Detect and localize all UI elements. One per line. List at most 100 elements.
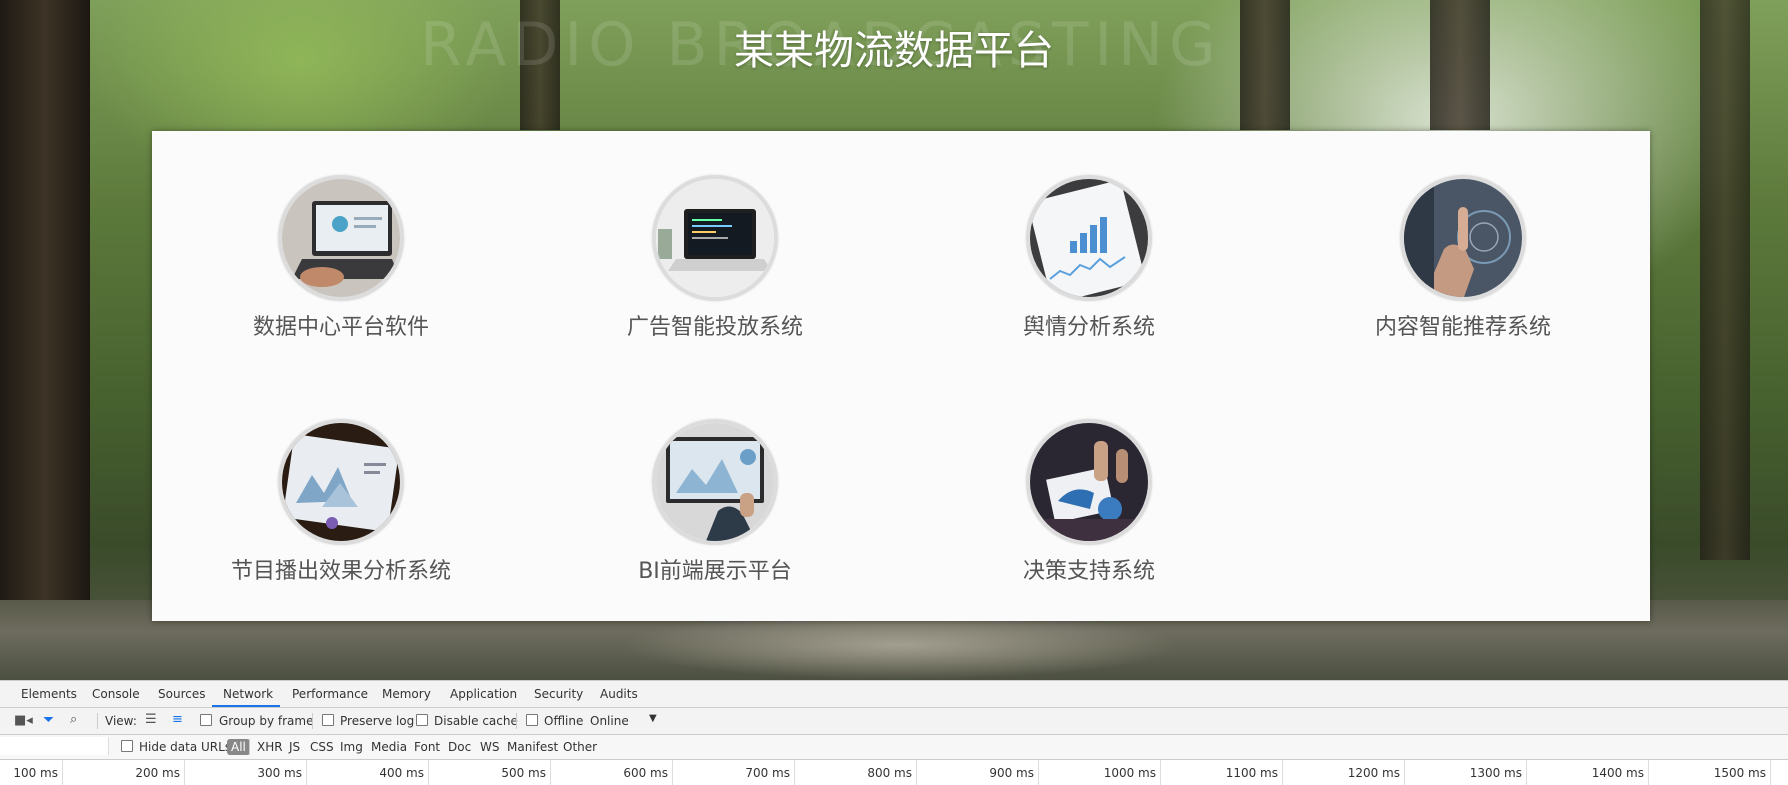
system-card-data-center[interactable]: 数据中心平台软件 <box>191 175 491 341</box>
list-view-icon[interactable]: ☰ <box>145 712 157 727</box>
tab-network[interactable]: Network <box>223 687 273 701</box>
filter-type-doc[interactable]: Doc <box>448 740 471 754</box>
hide-data-urls-checkbox[interactable] <box>121 740 133 755</box>
view-label: View: <box>105 714 137 728</box>
filter-type-font[interactable]: Font <box>414 740 440 754</box>
timeline-tick-label: 800 ms <box>867 766 912 780</box>
tab-application[interactable]: Application <box>450 687 517 701</box>
preserve-log-label: Preserve log <box>340 714 415 728</box>
filter-type-all[interactable]: All <box>227 739 250 755</box>
timeline-tick-label: 500 ms <box>501 766 546 780</box>
filter-type-ws[interactable]: WS <box>480 740 499 754</box>
hide-data-urls-label: Hide data URLs <box>139 740 232 754</box>
group-by-frame-checkbox[interactable] <box>200 714 212 729</box>
timeline-tick-line <box>672 760 673 785</box>
tab-console[interactable]: Console <box>92 687 140 701</box>
devtools-panel: Elements Console Sources Network Perform… <box>0 680 1788 785</box>
filter-input[interactable] <box>0 737 109 755</box>
timeline-tick-label: 600 ms <box>623 766 668 780</box>
timeline-tick-label: 400 ms <box>379 766 424 780</box>
offline-label: Offline <box>544 714 584 728</box>
filter-icon[interactable]: ⏷ <box>43 712 54 728</box>
timeline-tick-label: 900 ms <box>989 766 1034 780</box>
system-card-decision-support[interactable]: 决策支持系统 <box>939 419 1239 585</box>
timeline-tick-line <box>1038 760 1039 785</box>
system-card-bi-frontend[interactable]: BI前端展示平台 <box>565 419 865 585</box>
disable-cache-label: Disable cache <box>434 714 518 728</box>
system-card-label: 节目播出效果分析系统 <box>230 559 451 584</box>
timeline-tick-label: 1500 ms <box>1713 766 1766 780</box>
system-card-sentiment[interactable]: 舆情分析系统 <box>939 175 1239 341</box>
network-timeline-overview[interactable]: 100 ms 200 ms 300 ms 400 ms 500 ms 600 ms 700 … <box>0 760 1788 785</box>
timeline-tick-line <box>916 760 917 785</box>
tab-audits[interactable]: Audits <box>600 687 638 701</box>
timeline-tick-label: 1100 ms <box>1225 766 1278 780</box>
system-card-label: 广告智能投放系统 <box>626 315 803 340</box>
timeline-tick-label: 700 ms <box>745 766 790 780</box>
tab-memory[interactable]: Memory <box>382 687 431 701</box>
active-tab-indicator <box>212 705 280 707</box>
offline-checkbox[interactable] <box>526 714 538 729</box>
timeline-tick-line <box>1648 760 1649 785</box>
filter-type-img[interactable]: Img <box>340 740 363 754</box>
timeline-tick-label: 200 ms <box>135 766 180 780</box>
filter-type-css[interactable]: CSS <box>310 740 334 754</box>
tree-trunk <box>1700 0 1750 560</box>
timeline-tick-label: 100 ms <box>13 766 58 780</box>
touch-interface-icon <box>1400 175 1526 301</box>
filter-type-manifest[interactable]: Manifest <box>507 740 558 754</box>
timeline-tick-line <box>794 760 795 785</box>
throttling-select[interactable]: Online <box>590 714 629 728</box>
timeline-tick-line <box>1282 760 1283 785</box>
network-toolbar: ■◂ ⏷ ⌕ View: ☰ ≡ Group by frame Preserve… <box>0 708 1788 735</box>
filter-type-js[interactable]: JS <box>289 740 300 754</box>
timeline-tick-line <box>1404 760 1405 785</box>
disable-cache-checkbox[interactable] <box>416 714 428 729</box>
devtools-tab-bar: Elements Console Sources Network Perform… <box>0 681 1788 708</box>
timeline-tick-line <box>1160 760 1161 785</box>
system-card-label: 舆情分析系统 <box>1022 315 1155 340</box>
record-video-icon[interactable]: ■◂ <box>14 713 33 728</box>
timeline-tick-line <box>62 760 63 785</box>
timeline-tick-line <box>306 760 307 785</box>
system-card-label: 决策支持系统 <box>1022 559 1155 584</box>
system-card-label: BI前端展示平台 <box>638 559 792 584</box>
laptop-code-icon <box>652 175 778 301</box>
tab-elements[interactable]: Elements <box>21 687 77 701</box>
tab-sources[interactable]: Sources <box>158 687 205 701</box>
tab-performance[interactable]: Performance <box>292 687 368 701</box>
timeline-tick-line <box>1526 760 1527 785</box>
timeline-tick-line <box>428 760 429 785</box>
tab-security[interactable]: Security <box>534 687 583 701</box>
systems-panel: 数据中心平台软件 广告智能投放系统 舆情分析系统 内容智能推荐系统 节目播出效果… <box>152 131 1650 621</box>
timeline-tick-line <box>1770 760 1771 785</box>
chevron-down-icon[interactable]: ▼ <box>649 713 657 724</box>
system-card-broadcast-effect[interactable]: 节目播出效果分析系统 <box>191 419 491 585</box>
preserve-log-checkbox[interactable] <box>322 714 334 729</box>
tree-trunk <box>0 0 90 620</box>
system-card-label: 数据中心平台软件 <box>252 315 429 340</box>
timeline-tick-label: 1400 ms <box>1591 766 1644 780</box>
group-by-frame-label: Group by frame <box>219 714 314 728</box>
system-card-label: 内容智能推荐系统 <box>1374 315 1551 340</box>
timeline-tick-label: 300 ms <box>257 766 302 780</box>
timeline-tick-line <box>550 760 551 785</box>
network-filter-bar: Hide data URLs All XHR JS CSS Img Media … <box>0 735 1788 760</box>
system-card-ad-delivery[interactable]: 广告智能投放系统 <box>565 175 865 341</box>
timeline-tick-line <box>184 760 185 785</box>
search-icon[interactable]: ⌕ <box>70 712 77 727</box>
waterfall-view-icon[interactable]: ≡ <box>172 712 183 727</box>
timeline-tick-label: 1000 ms <box>1103 766 1156 780</box>
laptop-analytics-icon <box>278 175 404 301</box>
timeline-tick-label: 1300 ms <box>1469 766 1522 780</box>
filter-type-other[interactable]: Other <box>563 740 597 754</box>
filter-type-media[interactable]: Media <box>371 740 407 754</box>
tablet-chart-icon <box>1026 175 1152 301</box>
monitor-charts-icon <box>652 419 778 545</box>
team-reports-icon <box>1026 419 1152 545</box>
dashboard-laptop-icon <box>278 419 404 545</box>
timeline-tick-label: 1200 ms <box>1347 766 1400 780</box>
filter-type-xhr[interactable]: XHR <box>257 740 283 754</box>
page-title: 某某物流数据平台 <box>734 28 1054 74</box>
system-card-recommendation[interactable]: 内容智能推荐系统 <box>1313 175 1613 341</box>
